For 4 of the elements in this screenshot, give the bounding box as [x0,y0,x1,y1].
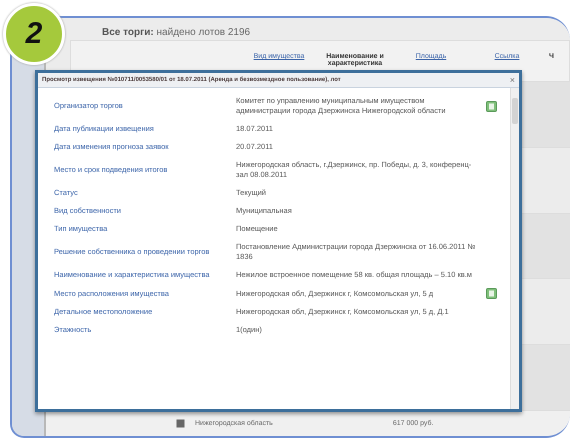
page-heading: Все торги: найдено лотов 2196 [101,26,252,40]
close-button[interactable]: × [510,75,515,85]
scrollbar[interactable] [510,88,519,409]
step-badge: 2 [3,3,65,65]
